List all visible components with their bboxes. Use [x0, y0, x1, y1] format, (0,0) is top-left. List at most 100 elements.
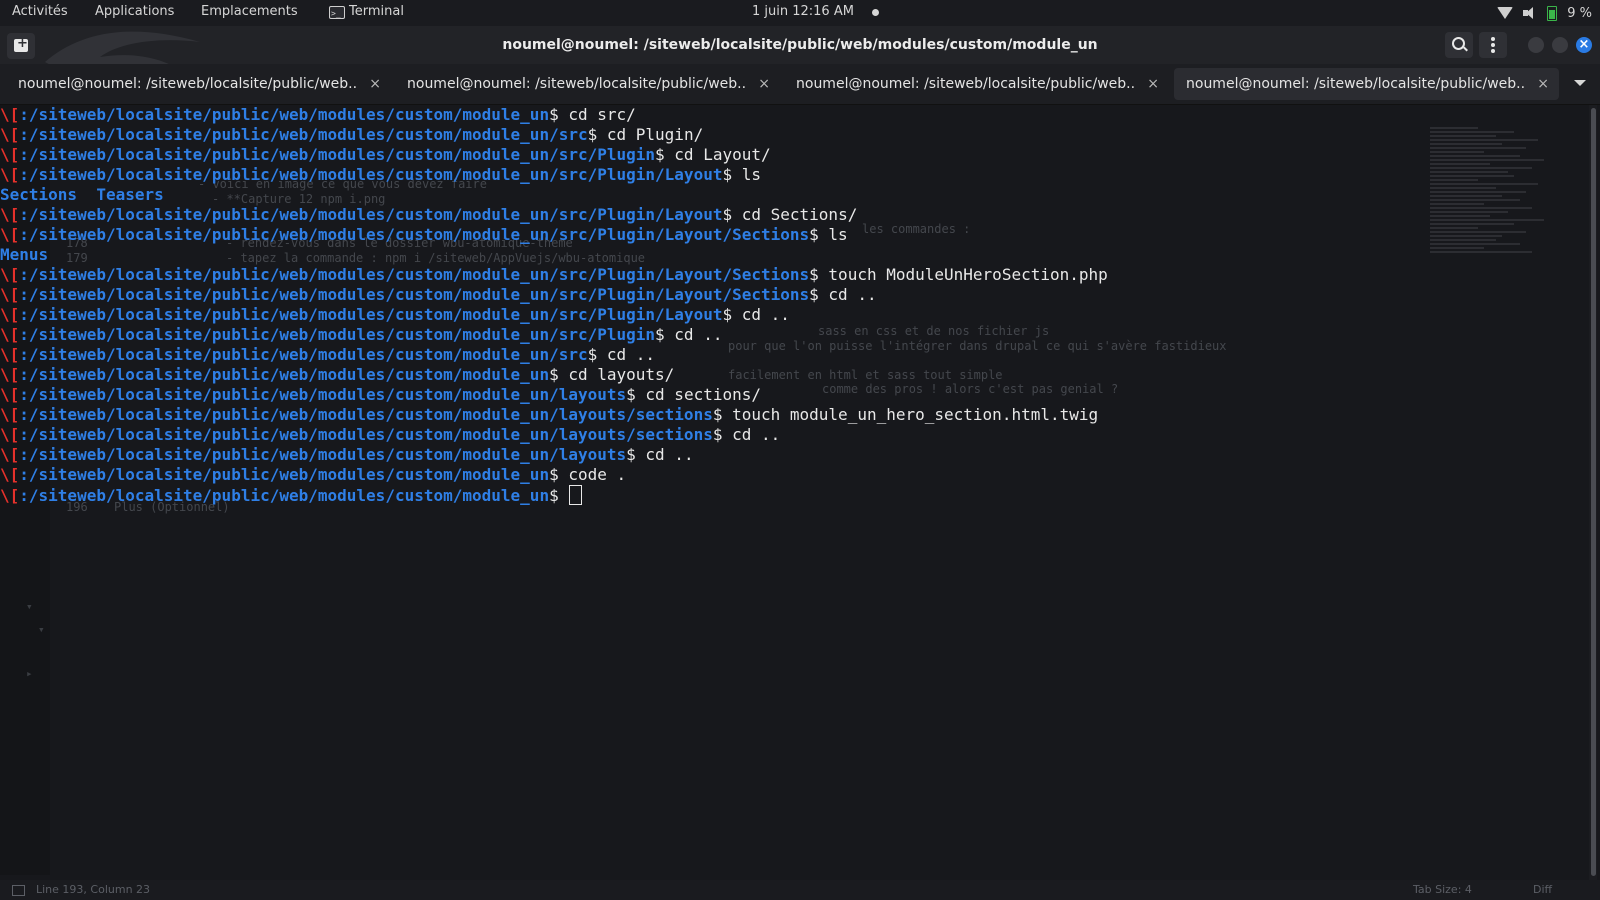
prompt-path: :/siteweb/localsite/public/web/modules/c… [19, 465, 550, 484]
prompt-marker: \[ [0, 486, 20, 505]
wifi-icon [1497, 7, 1514, 19]
prompt-marker: \[ [0, 165, 20, 184]
prompt-marker: \[ [0, 205, 20, 224]
notification-dot-icon [872, 9, 879, 16]
terminal-line: \[:/siteweb/localsite/public/web/modules… [0, 105, 1108, 125]
battery-percentage: 9 % [1567, 5, 1592, 21]
close-window-button[interactable]: × [1576, 37, 1592, 53]
prompt-path: :/siteweb/localsite/public/web/modules/c… [19, 365, 550, 384]
tab-2[interactable]: noumel@noumel: /siteweb/localsite/public… [395, 68, 780, 100]
app-name-label: Terminal [349, 4, 404, 19]
prompt-path: :/siteweb/localsite/public/web/modules/c… [19, 105, 550, 124]
prompt-marker: \[ [0, 145, 20, 164]
top-bar: Activités Applications Emplacements Term… [0, 0, 1600, 26]
terminal-line: \[:/siteweb/localsite/public/web/modules… [0, 165, 1108, 185]
app-menu-terminal[interactable]: Terminal [329, 0, 404, 26]
tab-1[interactable]: noumel@noumel: /siteweb/localsite/public… [6, 68, 391, 100]
tab-3[interactable]: noumel@noumel: /siteweb/localsite/public… [784, 68, 1169, 100]
prompt-path: :/siteweb/localsite/public/web/modules/c… [19, 145, 656, 164]
ghost-tree-chevron-icon: ▾ [26, 600, 33, 613]
tabs-overflow-chevron-down-icon[interactable] [1574, 80, 1586, 86]
command-text: $ cd Sections/ [722, 205, 858, 224]
prompt-path: :/siteweb/localsite/public/web/modules/c… [19, 125, 588, 144]
command-text: $ cd sections/ [626, 385, 761, 404]
tab-label: noumel@noumel: /siteweb/localsite/public… [18, 76, 358, 92]
clock[interactable]: 1 juin 12:16 AM [752, 0, 854, 26]
prompt-path: :/siteweb/localsite/public/web/modules/c… [19, 285, 810, 304]
prompt-path: :/siteweb/localsite/public/web/modules/c… [19, 345, 588, 364]
ghost-status-bar: Line 193, Column 23 Tab Size: 4 Diff [0, 880, 1600, 900]
command-text: $ ls [809, 225, 848, 244]
cursor-position: Line 193, Column 23 [36, 883, 151, 896]
command-output: Menus [0, 245, 49, 264]
terminal-line: \[:/siteweb/localsite/public/web/modules… [0, 425, 1108, 445]
terminal-scrollbar-thumb[interactable] [1591, 108, 1596, 876]
prompt-marker: \[ [0, 385, 20, 404]
tab-label: noumel@noumel: /siteweb/localsite/public… [1186, 76, 1526, 92]
prompt-marker: \[ [0, 425, 20, 444]
prompt-path: :/siteweb/localsite/public/web/modules/c… [19, 265, 810, 284]
prompt-path: :/siteweb/localsite/public/web/modules/c… [19, 165, 723, 184]
prompt-marker: \[ [0, 285, 20, 304]
prompt-marker: \[ [0, 365, 20, 384]
tab-size: Tab Size: 4 [1413, 883, 1472, 896]
command-text: $ cd .. [809, 285, 877, 304]
prompt-marker: \[ [0, 465, 20, 484]
command-output: Sections Teasers [0, 185, 164, 204]
terminal-line: \[:/siteweb/localsite/public/web/modules… [0, 285, 1108, 305]
battery-icon [1547, 5, 1558, 21]
tab-close-icon[interactable]: × [369, 68, 381, 100]
prompt-marker: \[ [0, 265, 20, 284]
prompt-path: :/siteweb/localsite/public/web/modules/c… [19, 405, 713, 424]
tab-close-icon[interactable]: × [1147, 68, 1159, 100]
activities-button[interactable]: Activités [12, 0, 68, 26]
terminal-line: \[:/siteweb/localsite/public/web/modules… [0, 225, 1108, 245]
terminal-output[interactable]: - voici en image ce que vous devez faire… [0, 105, 1600, 880]
maximize-button[interactable] [1552, 37, 1568, 53]
command-text: $ cd .. [587, 345, 656, 364]
command-text: $ [549, 486, 569, 505]
ghost-minimap [1430, 125, 1550, 515]
tab-close-icon[interactable]: × [1537, 68, 1549, 100]
terminal-line: \[:/siteweb/localsite/public/web/modules… [0, 265, 1108, 285]
command-text: $ cd Layout/ [655, 145, 771, 164]
prompt-marker: \[ [0, 225, 20, 244]
terminal-line: \[:/siteweb/localsite/public/web/modules… [0, 365, 1108, 385]
command-text: $ touch module_un_hero_section.html.twig [712, 405, 1099, 424]
prompt-path: :/siteweb/localsite/public/web/modules/c… [19, 325, 656, 344]
menu-button[interactable] [1479, 32, 1507, 58]
prompt-path: :/siteweb/localsite/public/web/modules/c… [19, 445, 627, 464]
terminal-line: \[:/siteweb/localsite/public/web/modules… [0, 145, 1108, 165]
terminal-line: \[:/siteweb/localsite/public/web/modules… [0, 345, 1108, 365]
terminal-line: \[:/siteweb/localsite/public/web/modules… [0, 465, 1108, 485]
command-text: $ touch ModuleUnHeroSection.php [809, 265, 1108, 284]
prompt-marker: \[ [0, 125, 20, 144]
applications-menu[interactable]: Applications [95, 0, 174, 26]
command-text: $ cd src/ [549, 105, 636, 124]
command-text: $ cd .. [712, 425, 781, 444]
tab-4-active[interactable]: noumel@noumel: /siteweb/localsite/public… [1174, 68, 1559, 100]
prompt-marker: \[ [0, 445, 20, 464]
command-text: $ cd layouts/ [549, 365, 675, 384]
volume-icon [1523, 7, 1537, 19]
terminal-line: \[:/siteweb/localsite/public/web/modules… [0, 305, 1108, 325]
command-text: $ ls [722, 165, 761, 184]
tab-close-icon[interactable]: × [758, 68, 770, 100]
prompt-marker: \[ [0, 405, 20, 424]
command-text: $ cd .. [722, 305, 790, 324]
prompt-path: :/siteweb/localsite/public/web/modules/c… [19, 385, 627, 404]
places-menu[interactable]: Emplacements [201, 0, 298, 26]
tab-label: noumel@noumel: /siteweb/localsite/public… [407, 76, 747, 92]
window-title: noumel@noumel: /siteweb/localsite/public… [502, 37, 1098, 53]
terminal-line: \[:/siteweb/localsite/public/web/modules… [0, 405, 1108, 425]
search-button[interactable] [1445, 32, 1473, 58]
system-status-area[interactable]: 9 % [1497, 0, 1592, 26]
prompt-marker: \[ [0, 345, 20, 364]
terminal-lines: \[:/siteweb/localsite/public/web/modules… [0, 105, 1108, 505]
text-cursor [569, 485, 583, 505]
minimize-button[interactable] [1528, 37, 1544, 53]
terminal-icon [329, 2, 345, 26]
tab-label: noumel@noumel: /siteweb/localsite/public… [796, 76, 1136, 92]
terminal-line: \[:/siteweb/localsite/public/web/modules… [0, 325, 1108, 345]
terminal-line: \[:/siteweb/localsite/public/web/modules… [0, 125, 1108, 145]
